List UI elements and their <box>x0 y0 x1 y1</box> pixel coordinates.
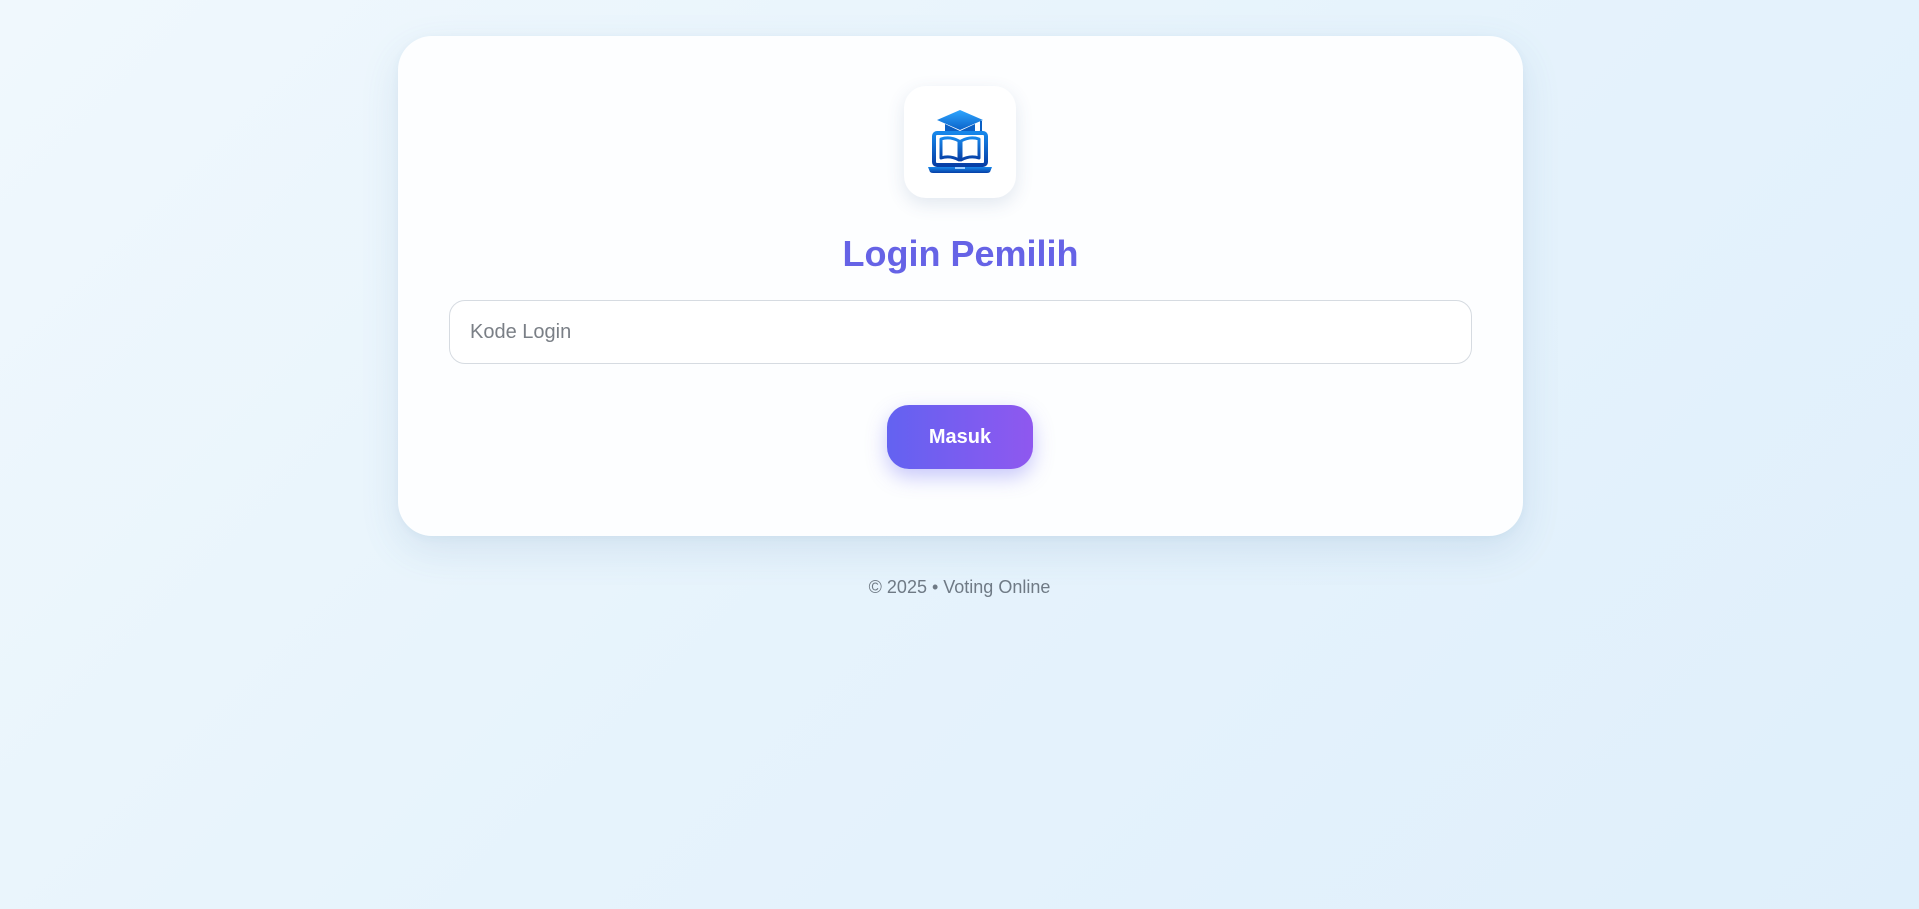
footer-copyright: © 2025 • Voting Online <box>868 577 1051 597</box>
page-title: Login Pemilih <box>842 233 1079 274</box>
login-card: Login Pemilih Masuk <box>398 36 1523 536</box>
login-submit-button[interactable]: Masuk <box>887 405 1033 469</box>
app-logo <box>904 86 1016 198</box>
graduation-laptop-icon <box>928 110 992 173</box>
login-code-input[interactable] <box>449 300 1472 364</box>
